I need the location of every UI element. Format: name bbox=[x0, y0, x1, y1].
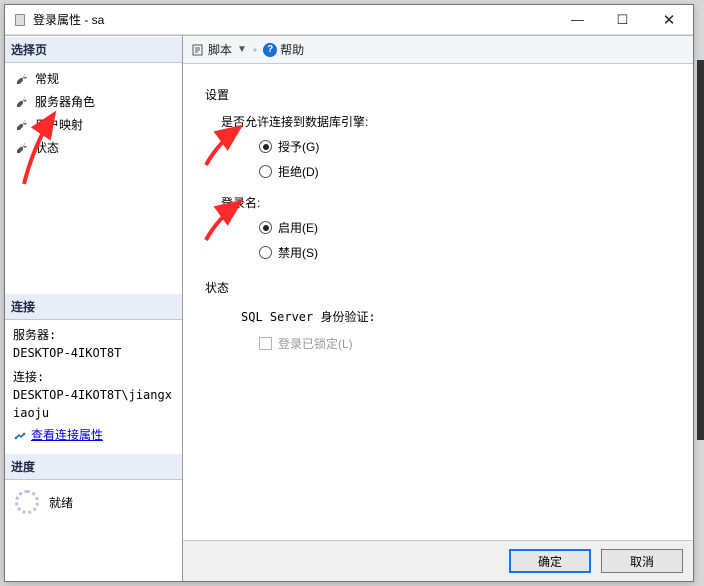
checkbox-icon bbox=[259, 337, 272, 350]
connection-header: 连接 bbox=[5, 293, 182, 320]
dialog-footer: 确定 取消 bbox=[183, 540, 693, 581]
chevron-down-icon: ▼ bbox=[237, 44, 247, 55]
link-label: 查看连接属性 bbox=[31, 426, 103, 444]
radio-label: 禁用(S) bbox=[278, 244, 318, 261]
content-area: 设置 是否允许连接到数据库引擎: 授予(G) 拒绝(D) 登录名: 启用(E) bbox=[183, 64, 693, 540]
toolbar-separator: • bbox=[253, 43, 257, 57]
nav-item-general[interactable]: 常规 bbox=[5, 67, 182, 90]
script-button[interactable]: 脚本 ▼ bbox=[191, 41, 247, 58]
radio-grant[interactable]: 授予(G) bbox=[259, 138, 681, 155]
sql-auth-label: SQL Server 身份验证: bbox=[241, 308, 681, 325]
conn-value: DESKTOP-4IKOT8T\jiangxiaoju bbox=[13, 386, 174, 422]
radio-enable[interactable]: 启用(E) bbox=[259, 219, 681, 236]
window-title: 登录属性 - sa bbox=[33, 11, 555, 28]
wrench-icon bbox=[15, 95, 29, 109]
radio-deny[interactable]: 拒绝(D) bbox=[259, 163, 681, 180]
server-label: 服务器: bbox=[13, 326, 174, 344]
radio-label: 授予(G) bbox=[278, 138, 319, 155]
wrench-icon bbox=[15, 141, 29, 155]
minimize-button[interactable]: — bbox=[555, 5, 600, 34]
progress-panel: 就绪 bbox=[5, 480, 182, 524]
radio-icon bbox=[259, 165, 272, 178]
view-connection-properties-link[interactable]: 查看连接属性 bbox=[13, 426, 103, 444]
progress-header: 进度 bbox=[5, 453, 182, 480]
radio-label: 启用(E) bbox=[278, 219, 318, 236]
help-button[interactable]: ? 帮助 bbox=[263, 41, 304, 58]
nav-item-status[interactable]: 状态 bbox=[5, 136, 182, 159]
close-button[interactable]: ✕ bbox=[645, 5, 693, 34]
db-engine-permission-label: 是否允许连接到数据库引擎: bbox=[221, 113, 681, 130]
titlebar: 登录属性 - sa — ☐ ✕ bbox=[5, 5, 693, 35]
dialog-window: 登录属性 - sa — ☐ ✕ 选择页 常规 服务器角色 bbox=[4, 4, 694, 582]
nav-item-user-mapping[interactable]: 用户映射 bbox=[5, 113, 182, 136]
radio-icon bbox=[259, 246, 272, 259]
login-label: 登录名: bbox=[221, 194, 681, 211]
maximize-button[interactable]: ☐ bbox=[600, 5, 645, 34]
app-icon bbox=[13, 13, 27, 27]
toolbar: 脚本 ▼ • ? 帮助 bbox=[183, 36, 693, 64]
cancel-button[interactable]: 取消 bbox=[601, 549, 683, 573]
radio-label: 拒绝(D) bbox=[278, 163, 319, 180]
radio-icon bbox=[259, 140, 272, 153]
radio-disable[interactable]: 禁用(S) bbox=[259, 244, 681, 261]
checkbox-label: 登录已锁定(L) bbox=[278, 335, 353, 352]
script-label: 脚本 bbox=[208, 41, 232, 58]
settings-heading: 设置 bbox=[205, 86, 681, 103]
nav-label: 服务器角色 bbox=[35, 93, 95, 110]
nav-label: 常规 bbox=[35, 70, 59, 87]
main-panel: 脚本 ▼ • ? 帮助 设置 是否允许连接到数据库引擎: 授予(G) bbox=[183, 36, 693, 581]
nav-list: 常规 服务器角色 用户映射 状态 bbox=[5, 63, 182, 163]
sidebar: 选择页 常规 服务器角色 用户映射 bbox=[5, 36, 183, 581]
script-icon bbox=[191, 43, 205, 57]
select-page-header: 选择页 bbox=[5, 36, 182, 63]
status-heading: 状态 bbox=[205, 279, 681, 296]
server-value: DESKTOP-4IKOT8T bbox=[13, 344, 174, 362]
nav-item-server-roles[interactable]: 服务器角色 bbox=[5, 90, 182, 113]
radio-icon bbox=[259, 221, 272, 234]
help-icon: ? bbox=[263, 43, 277, 57]
connection-panel: 服务器: DESKTOP-4IKOT8T 连接: DESKTOP-4IKOT8T… bbox=[5, 320, 182, 453]
checkbox-login-locked: 登录已锁定(L) bbox=[259, 335, 681, 352]
wrench-icon bbox=[15, 72, 29, 86]
ok-button[interactable]: 确定 bbox=[509, 549, 591, 573]
conn-label: 连接: bbox=[13, 368, 174, 386]
nav-label: 用户映射 bbox=[35, 116, 83, 133]
wrench-icon bbox=[15, 118, 29, 132]
progress-spinner-icon bbox=[15, 490, 39, 514]
progress-status: 就绪 bbox=[49, 494, 73, 511]
nav-label: 状态 bbox=[35, 139, 59, 156]
help-label: 帮助 bbox=[280, 41, 304, 58]
connection-icon bbox=[13, 428, 27, 442]
